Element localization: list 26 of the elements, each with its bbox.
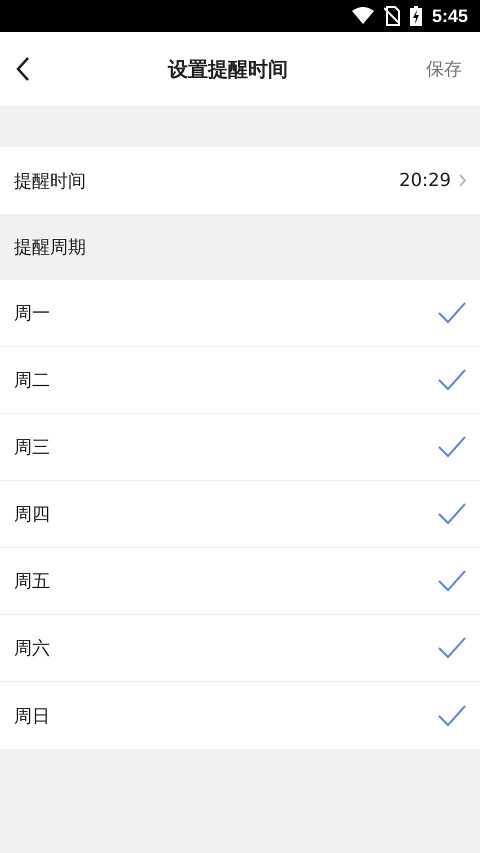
- day-row[interactable]: 周三: [0, 414, 480, 481]
- day-row[interactable]: 周六: [0, 615, 480, 682]
- time-value: 20:29: [399, 170, 451, 191]
- battery-charging-icon: [410, 6, 422, 26]
- day-label: 周四: [14, 503, 50, 526]
- reminder-time-row[interactable]: 提醒时间 20:29: [0, 147, 480, 214]
- chevron-right-icon: [459, 174, 466, 187]
- save-button[interactable]: 保存: [426, 57, 462, 81]
- day-label: 周三: [14, 436, 50, 459]
- page-title: 设置提醒时间: [168, 56, 288, 82]
- day-row[interactable]: 周四: [0, 481, 480, 548]
- back-icon[interactable]: [16, 56, 30, 82]
- day-row[interactable]: 周日: [0, 682, 480, 749]
- row-label: 提醒时间: [14, 170, 86, 192]
- wifi-icon: [352, 7, 374, 25]
- day-label: 周六: [14, 637, 50, 660]
- day-label: 周一: [14, 302, 50, 325]
- day-label: 周二: [14, 369, 50, 392]
- day-label: 周日: [14, 704, 50, 728]
- day-row[interactable]: 周五: [0, 548, 480, 615]
- clock-time: 5:45: [432, 6, 468, 26]
- day-row[interactable]: 周二: [0, 347, 480, 414]
- section-title: 提醒周期: [13, 236, 87, 260]
- day-row[interactable]: 周一: [0, 280, 480, 347]
- no-sim-icon: [384, 6, 400, 26]
- day-label: 周五: [14, 570, 50, 593]
